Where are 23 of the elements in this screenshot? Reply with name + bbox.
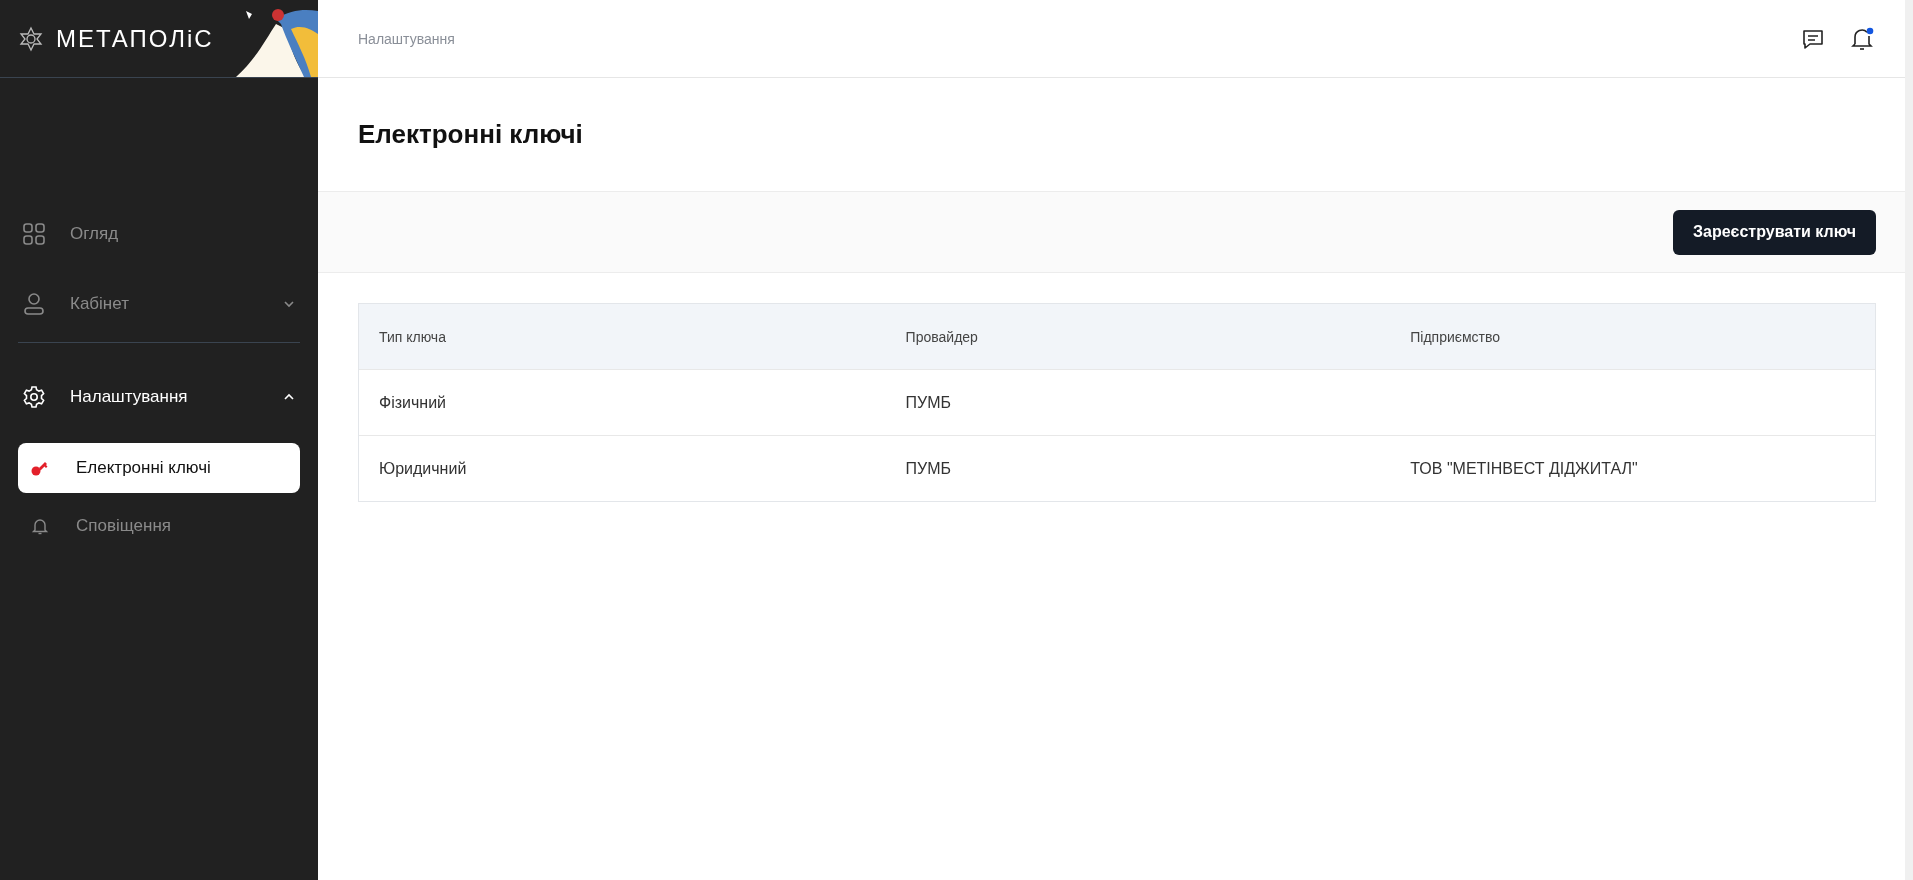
notification-icon[interactable] bbox=[1849, 25, 1875, 52]
grid-icon bbox=[22, 222, 46, 246]
table-cell: ТОВ "МЕТІНВЕСТ ДІДЖИТАЛ" bbox=[1410, 459, 1638, 477]
column-header: Провайдер bbox=[904, 328, 979, 345]
bell-icon bbox=[30, 516, 50, 536]
table-cell: ПУМБ bbox=[905, 393, 952, 411]
column-header: Підприємство bbox=[1409, 328, 1502, 345]
column-header: Тип ключа bbox=[378, 328, 447, 345]
table-cell: Юридичний bbox=[379, 459, 467, 477]
sidebar-item[interactable]: Сповіщення bbox=[18, 501, 300, 551]
table-cell: Фізичний bbox=[379, 393, 447, 411]
settings-icon bbox=[22, 385, 46, 409]
register-key-button[interactable]: Зареєструвати ключ bbox=[1673, 209, 1876, 255]
logo-text: МЕТАПОЛіС bbox=[56, 24, 214, 53]
sidebar-item[interactable]: Електронні ключі bbox=[18, 443, 300, 493]
user-icon bbox=[22, 292, 46, 316]
page-title: Електронні ключі bbox=[358, 119, 583, 150]
sidebar-item[interactable]: Огляд bbox=[18, 210, 300, 258]
table-cell: ПУМБ bbox=[905, 459, 952, 477]
breadcrumb[interactable]: Налаштування bbox=[358, 30, 455, 47]
sidebar-item[interactable]: Налаштування bbox=[18, 373, 300, 421]
sidebar-item[interactable]: Кабінет bbox=[18, 280, 300, 328]
logo-icon bbox=[18, 25, 44, 52]
